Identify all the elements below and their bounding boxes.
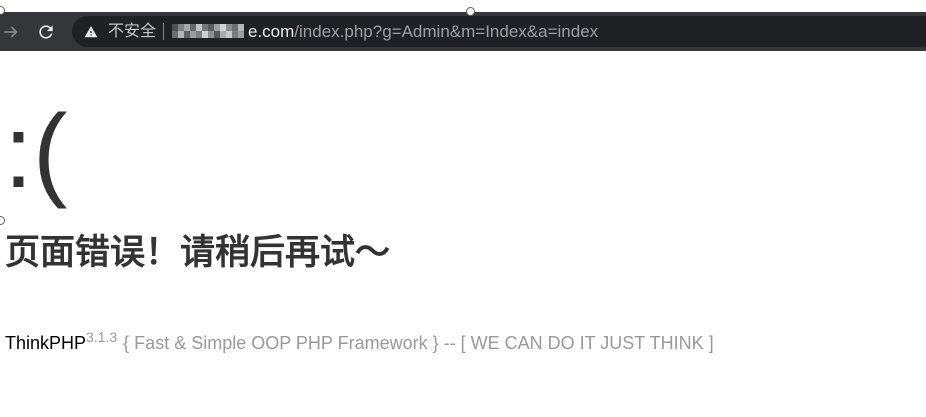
url-path: /index.php?g=Admin&m=Index&a=index	[294, 22, 599, 41]
arrow-right-icon	[2, 23, 20, 41]
browser-toolbar: 不安全 e.com/index.php?g=Admin&m=Index&a=in…	[0, 12, 926, 51]
forward-button[interactable]	[0, 18, 22, 46]
warning-triangle-icon	[84, 25, 98, 39]
redacted-mosaic-row	[172, 24, 244, 31]
reload-button[interactable]	[32, 18, 60, 46]
redacted-domain	[172, 24, 244, 38]
crop-handle-middle-left	[0, 216, 5, 225]
site-info-chip[interactable]: 不安全	[78, 19, 162, 44]
framework-slogan: { Fast & Simple OOP PHP Framework } -- […	[123, 333, 714, 353]
address-bar[interactable]: 不安全 e.com/index.php?g=Admin&m=Index&a=in…	[72, 16, 926, 47]
security-label: 不安全	[108, 23, 157, 40]
copyright-footer: ThinkPHP3.1.3 { Fast & Simple OOP PHP Fra…	[5, 329, 714, 355]
error-face: :(	[4, 94, 68, 210]
reload-icon	[36, 22, 56, 42]
thinkphp-link[interactable]: ThinkPHP	[5, 333, 86, 353]
crop-handle-top	[466, 7, 475, 16]
url-text: e.com/index.php?g=Admin&m=Index&a=index	[248, 20, 598, 43]
redacted-mosaic-row	[172, 31, 244, 38]
error-message: 页面错误！请稍后再试～	[5, 233, 391, 272]
omnibox-divider	[163, 23, 164, 40]
framework-version: 3.1.3	[86, 329, 118, 345]
url-host: e.com	[248, 22, 295, 41]
